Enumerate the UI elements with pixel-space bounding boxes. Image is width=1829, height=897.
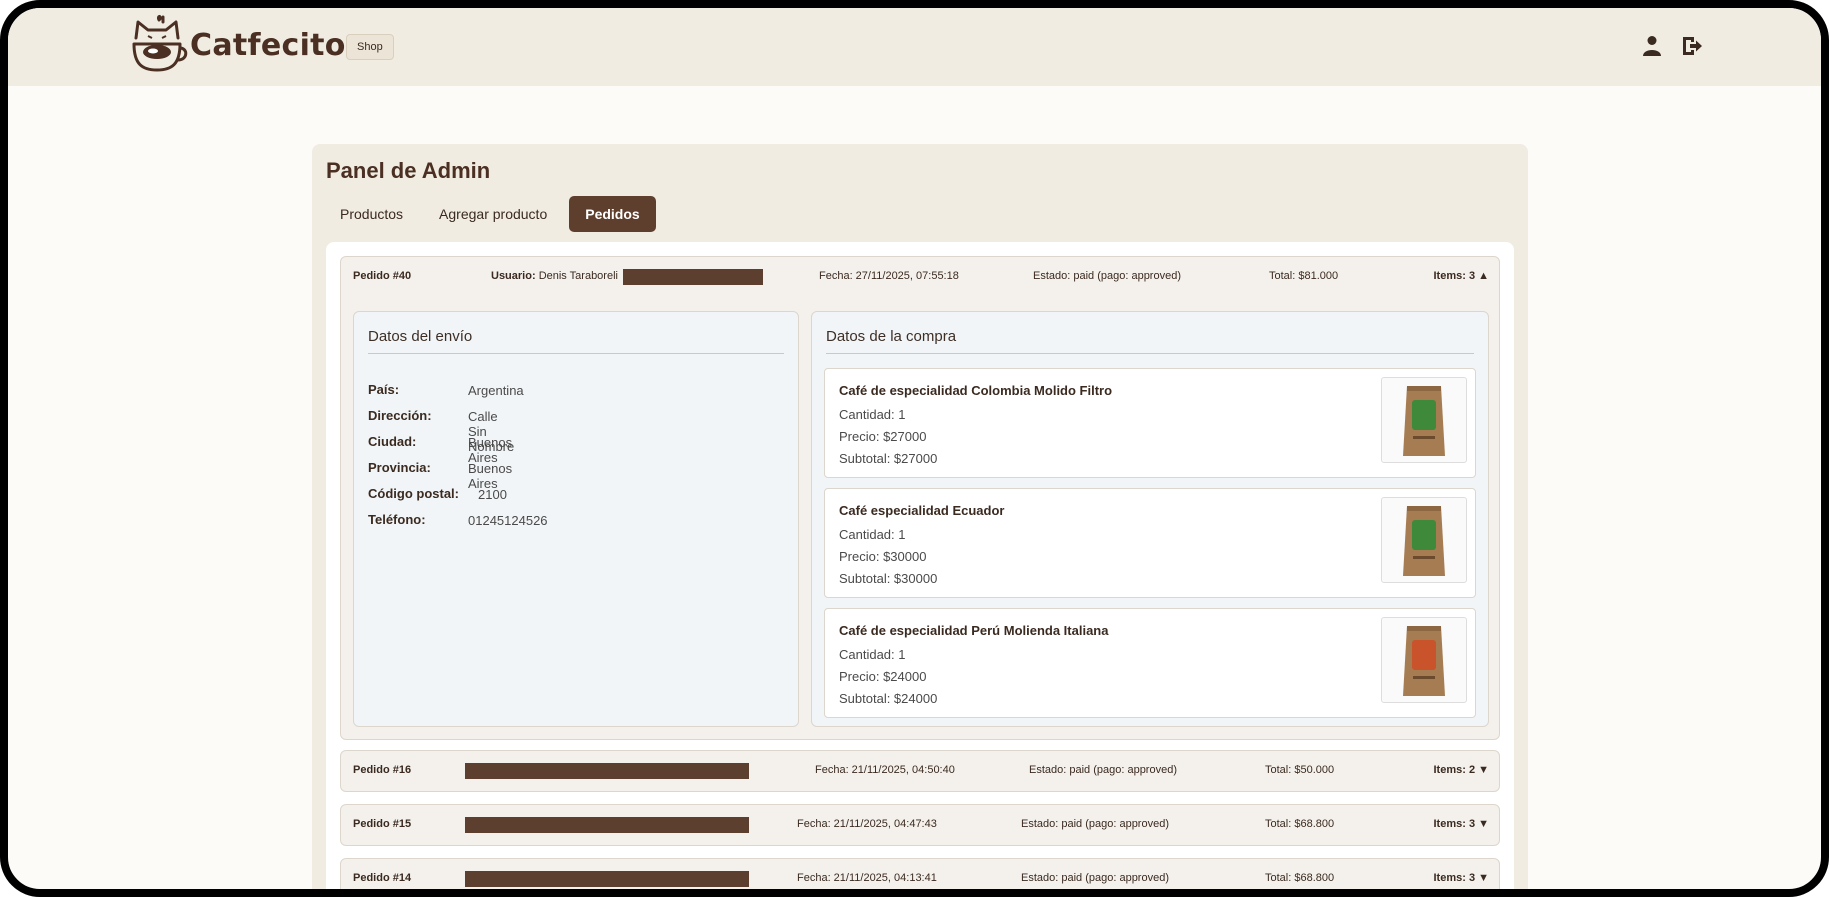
ship-value: 2100 xyxy=(478,487,507,502)
order-user: Usuario: Denis Taraboreli xyxy=(491,270,618,282)
order-items-toggle[interactable]: Items: 3 ▲ xyxy=(1433,270,1489,282)
order-total: Total: $81.000 xyxy=(1269,270,1339,282)
item-price: Precio: $30000 xyxy=(839,549,927,564)
item-subtotal: Subtotal: $27000 xyxy=(839,451,938,466)
order-row[interactable]: Pedido #14 Fecha: 21/11/2025, 04:13:41 E… xyxy=(340,858,1500,889)
ship-label: Provincia: xyxy=(368,460,431,475)
ship-label: Dirección: xyxy=(368,408,432,423)
purchase-title: Datos de la compra xyxy=(826,328,1474,354)
ship-row-ciudad: Ciudad: Buenos Aires xyxy=(368,434,512,465)
order-header[interactable]: Pedido #40 Usuario: Denis Taraboreli Fec… xyxy=(341,257,1499,297)
user-label: Usuario: xyxy=(491,270,536,282)
coffee-bag-icon xyxy=(1403,626,1445,696)
ship-row-codigo-postal: Código postal: 2100 xyxy=(368,486,507,502)
coffee-bag-icon xyxy=(1403,506,1445,576)
item-price: Precio: $24000 xyxy=(839,669,927,684)
ship-label: Teléfono: xyxy=(368,512,426,527)
order-items-toggle[interactable]: Items: 3 ▼ xyxy=(1433,818,1489,830)
user-icon[interactable] xyxy=(1640,34,1664,58)
order-date: Fecha: 21/11/2025, 04:13:41 xyxy=(797,872,937,884)
item-qty: Cantidad: 1 xyxy=(839,407,906,422)
cat-cup-icon xyxy=(132,15,188,72)
order-status: Estado: paid (pago: approved) xyxy=(1033,270,1181,282)
navbar: Catfecito Shop xyxy=(8,8,1821,86)
ship-label: Código postal: xyxy=(368,486,459,501)
item-name: Café de especialidad Perú Molienda Itali… xyxy=(839,623,1109,638)
ship-value: 01245124526 xyxy=(468,513,548,528)
order-items-toggle[interactable]: Items: 2 ▼ xyxy=(1433,764,1489,776)
order-status: Estado: paid (pago: approved) xyxy=(1021,872,1169,884)
order-status: Estado: paid (pago: approved) xyxy=(1029,764,1177,776)
purchase-item: Café de especialidad Perú Molienda Itali… xyxy=(824,608,1476,718)
item-price: Precio: $27000 xyxy=(839,429,927,444)
order-row: Pedido #40 Usuario: Denis Taraboreli Fec… xyxy=(340,256,1500,740)
coffee-bag-image xyxy=(1381,617,1467,703)
order-header[interactable]: Pedido #16 Fecha: 21/11/2025, 04:50:40 E… xyxy=(341,751,1499,791)
admin-panel: Panel de Admin Productos Agregar product… xyxy=(312,144,1528,889)
purchase-box: Datos de la compra Café de especialidad … xyxy=(811,311,1489,727)
order-total: Total: $68.800 xyxy=(1265,872,1335,884)
order-status: Estado: paid (pago: approved) xyxy=(1021,818,1169,830)
logout-icon[interactable] xyxy=(1680,34,1704,58)
ship-row-provincia: Provincia: Buenos Aires xyxy=(368,460,512,491)
coffee-bag-image xyxy=(1381,377,1467,463)
order-total: Total: $50.000 xyxy=(1265,764,1335,776)
order-date: Fecha: 27/11/2025, 07:55:18 xyxy=(819,270,959,282)
tab-pedidos[interactable]: Pedidos xyxy=(569,196,656,232)
item-subtotal: Subtotal: $30000 xyxy=(839,571,938,586)
item-name: Café especialidad Ecuador xyxy=(839,503,1005,518)
purchase-item: Café especialidad Ecuador Cantidad: 1 Pr… xyxy=(824,488,1476,598)
tab-productos[interactable]: Productos xyxy=(326,196,417,232)
ship-label: País: xyxy=(368,382,400,397)
redacted-user xyxy=(465,763,749,779)
page-title: Panel de Admin xyxy=(326,158,491,183)
order-row[interactable]: Pedido #16 Fecha: 21/11/2025, 04:50:40 E… xyxy=(340,750,1500,792)
order-date: Fecha: 21/11/2025, 04:47:43 xyxy=(797,818,937,830)
brand-name: Catfecito xyxy=(190,27,346,63)
app-frame: Catfecito Shop Panel de Admin Productos … xyxy=(0,0,1829,897)
ship-row-telefono: Teléfono: 01245124526 xyxy=(368,512,548,528)
brand-logo[interactable]: Catfecito xyxy=(126,14,346,76)
shipping-title: Datos del envío xyxy=(368,328,784,354)
order-items-toggle[interactable]: Items: 3 ▼ xyxy=(1433,872,1489,884)
orders-list: Pedido #40 Usuario: Denis Taraboreli Fec… xyxy=(326,242,1514,889)
item-qty: Cantidad: 1 xyxy=(839,647,906,662)
purchase-item: Café de especialidad Colombia Molido Fil… xyxy=(824,368,1476,478)
user-name: Denis Taraboreli xyxy=(538,270,618,282)
ship-value: Argentina xyxy=(468,383,524,398)
admin-tabs: Productos Agregar producto Pedidos xyxy=(326,196,656,232)
ship-row-pais: País: Argentina xyxy=(368,382,524,398)
coffee-bag-image xyxy=(1381,497,1467,583)
item-qty: Cantidad: 1 xyxy=(839,527,906,542)
shipping-box: Datos del envío País: Argentina Direcció… xyxy=(353,311,799,727)
item-subtotal: Subtotal: $24000 xyxy=(839,691,938,706)
shop-button[interactable]: Shop xyxy=(346,34,394,60)
redacted-user xyxy=(465,817,749,833)
order-header[interactable]: Pedido #15 Fecha: 21/11/2025, 04:47:43 E… xyxy=(341,805,1499,845)
redacted-email xyxy=(623,269,763,285)
order-id: Pedido #16 xyxy=(353,764,412,776)
tab-agregar-producto[interactable]: Agregar producto xyxy=(425,196,561,232)
order-date: Fecha: 21/11/2025, 04:50:40 xyxy=(815,764,955,776)
ship-label: Ciudad: xyxy=(368,434,417,449)
order-details: Datos del envío País: Argentina Direcció… xyxy=(353,311,1489,727)
order-row[interactable]: Pedido #15 Fecha: 21/11/2025, 04:47:43 E… xyxy=(340,804,1500,846)
order-header[interactable]: Pedido #14 Fecha: 21/11/2025, 04:13:41 E… xyxy=(341,859,1499,889)
coffee-bag-icon xyxy=(1403,386,1445,456)
order-id: Pedido #14 xyxy=(353,872,412,884)
ship-row-direccion: Dirección: Calle Sin Nombre xyxy=(368,408,514,454)
order-id: Pedido #40 xyxy=(353,270,412,282)
item-name: Café de especialidad Colombia Molido Fil… xyxy=(839,383,1113,398)
order-total: Total: $68.800 xyxy=(1265,818,1335,830)
redacted-user xyxy=(465,871,749,887)
order-id: Pedido #15 xyxy=(353,818,412,830)
